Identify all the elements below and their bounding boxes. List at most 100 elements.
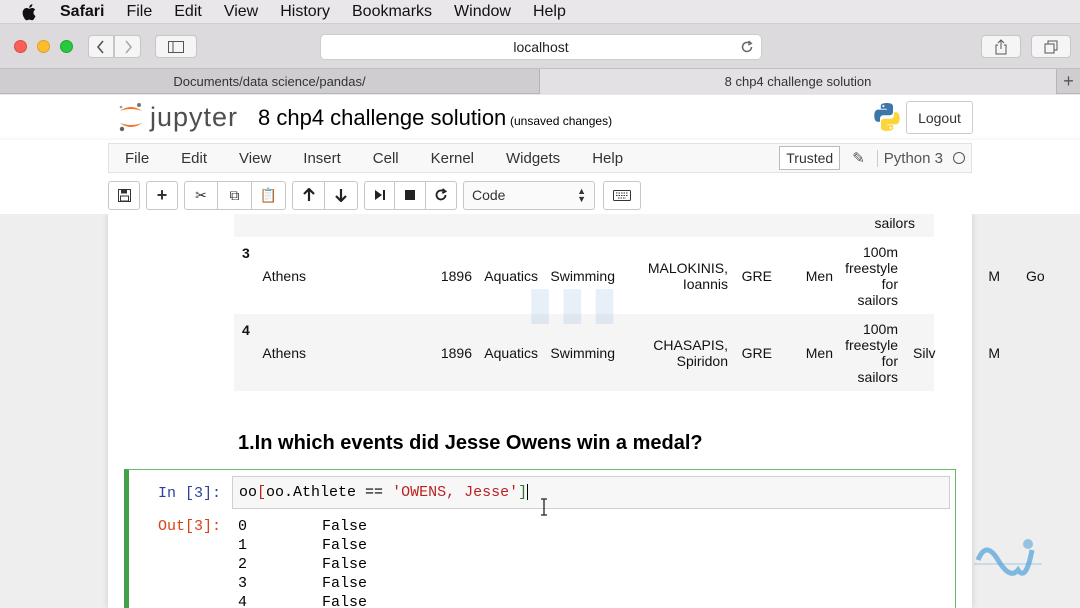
menubar-app-name[interactable]: Safari <box>60 3 104 21</box>
table-cell: 100m <box>862 244 898 260</box>
sidebar-toggle-button[interactable] <box>155 35 197 58</box>
table-cell: for <box>881 276 898 292</box>
menubar-window[interactable]: Window <box>454 3 511 21</box>
output-value: False <box>322 575 368 592</box>
zoom-window-button[interactable] <box>60 40 73 53</box>
code-token: oo.Athlete == <box>266 484 393 501</box>
paste-button[interactable]: 📋 <box>252 180 286 210</box>
move-down-button[interactable] <box>325 180 358 210</box>
code-token: oo <box>239 484 258 501</box>
output-value: False <box>322 594 368 608</box>
url-text: localhost <box>513 39 569 55</box>
macos-menubar: Safari File Edit View History Bookmarks … <box>0 0 1080 24</box>
table-cell: 100m <box>862 321 898 337</box>
code-input[interactable]: oo[oo.Athlete == 'OWENS, Jesse'] <box>232 476 950 509</box>
output-index: 4 <box>238 594 248 608</box>
menu-help[interactable]: Help <box>576 150 639 167</box>
output-prompt: Out[3]: <box>158 518 222 535</box>
menu-view[interactable]: View <box>223 150 287 167</box>
table-cell: freestyle <box>845 337 898 353</box>
output-index: 1 <box>238 537 248 554</box>
menubar-file[interactable]: File <box>126 3 152 21</box>
table-cell: Athens <box>262 345 306 361</box>
kernel-name[interactable]: Python 3 <box>876 149 943 167</box>
new-tab-button[interactable]: + <box>1057 69 1080 94</box>
save-button[interactable] <box>108 180 140 210</box>
copy-button[interactable]: ⧉ <box>218 180 252 210</box>
table-cell: Swimming <box>550 345 615 361</box>
table-cell: 1896 <box>440 268 472 284</box>
address-bar[interactable]: localhost <box>320 34 762 60</box>
share-button[interactable] <box>981 35 1021 58</box>
floppy-icon <box>117 188 131 202</box>
table-cell: CHASAPIS, <box>653 337 728 353</box>
scissors-icon: ✂ <box>195 186 207 203</box>
channel-logo-icon <box>974 539 1042 576</box>
table-cell: Aquatics <box>484 345 538 361</box>
menu-file[interactable]: File <box>109 150 165 167</box>
cell-type-select[interactable]: Code ▲ ▼ <box>463 180 595 210</box>
table-cell: sailors <box>857 292 898 308</box>
reload-icon[interactable] <box>740 40 754 54</box>
select-arrows-icon: ▲ ▼ <box>577 186 586 204</box>
pencil-icon[interactable]: ✎ <box>852 149 865 167</box>
tab-label: Documents/data science/pandas/ <box>173 74 366 89</box>
move-up-button[interactable] <box>292 180 325 210</box>
output-row: 2 False <box>238 556 367 573</box>
browser-toolbar: localhost <box>0 24 1080 69</box>
table-cell: sailors <box>857 369 898 385</box>
run-cell-button[interactable] <box>364 180 395 210</box>
menu-widgets[interactable]: Widgets <box>490 150 576 167</box>
jupyter-logo-icon[interactable] <box>117 101 145 133</box>
menu-kernel[interactable]: Kernel <box>415 150 490 167</box>
tab-notebook[interactable]: 8 chp4 challenge solution <box>540 69 1057 94</box>
table-cell: GRE <box>741 345 772 361</box>
table-cell: M <box>988 268 1000 284</box>
menu-edit[interactable]: Edit <box>165 150 223 167</box>
menubar-history[interactable]: History <box>280 3 330 21</box>
notebook-toolbar: + ✂ ⧉ 📋 Code ▲ ▼ <box>108 180 641 210</box>
tab-bar: Documents/data science/pandas/ 8 chp4 ch… <box>0 69 1080 94</box>
jupyter-logo-text[interactable]: jupyter <box>150 102 238 133</box>
table-cell: Spiridon <box>676 353 728 369</box>
show-tabs-button[interactable] <box>1031 35 1071 58</box>
table-cell: sailors <box>874 215 915 231</box>
python-logo-icon <box>871 101 903 133</box>
output-value: False <box>322 537 368 554</box>
cut-button[interactable]: ✂ <box>184 180 218 210</box>
back-button[interactable] <box>88 35 114 58</box>
tab-documents[interactable]: Documents/data science/pandas/ <box>0 69 540 94</box>
menubar-edit[interactable]: Edit <box>174 3 202 21</box>
menubar-view[interactable]: View <box>224 3 258 21</box>
forward-button[interactable] <box>114 35 141 58</box>
output-row: 3 False <box>238 575 367 592</box>
menu-cell[interactable]: Cell <box>357 150 415 167</box>
input-prompt: In [3]: <box>158 485 222 502</box>
insert-cell-button[interactable]: + <box>146 180 178 210</box>
output-value: False <box>322 518 368 535</box>
trusted-indicator[interactable]: Trusted <box>779 146 841 170</box>
interrupt-kernel-button[interactable] <box>395 180 426 210</box>
command-palette-button[interactable] <box>603 180 641 210</box>
minimize-window-button[interactable] <box>37 40 50 53</box>
apple-icon[interactable] <box>22 3 40 21</box>
output-row: 1 False <box>238 537 367 554</box>
output-value: False <box>322 556 368 573</box>
watermark-overlay: ▮▮▮ <box>528 279 625 328</box>
restart-kernel-button[interactable] <box>426 180 457 210</box>
code-token: [ <box>257 484 267 501</box>
tab-label: 8 chp4 challenge solution <box>724 74 872 89</box>
close-window-button[interactable] <box>14 40 27 53</box>
paste-icon: 📋 <box>259 186 278 203</box>
table-cell: Men <box>805 268 833 284</box>
table-cell: Athens <box>262 268 306 284</box>
menu-insert[interactable]: Insert <box>287 150 357 167</box>
share-icon <box>995 38 1007 54</box>
table-cell: Ioannis <box>682 276 728 292</box>
jupyter-menu-area: File Edit View Insert Cell Kernel Widget… <box>0 140 1080 214</box>
notebook-title[interactable]: 8 chp4 challenge solution <box>258 105 506 131</box>
menubar-bookmarks[interactable]: Bookmarks <box>352 3 432 21</box>
jupyter-header: jupyter 8 chp4 challenge solution (unsav… <box>0 95 1080 140</box>
logout-button[interactable]: Logout <box>906 101 973 134</box>
menubar-help[interactable]: Help <box>533 3 566 21</box>
